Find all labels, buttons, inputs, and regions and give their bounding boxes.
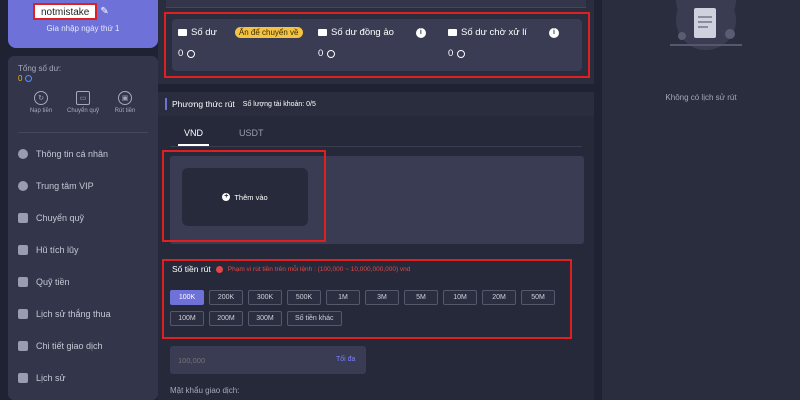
quick-withdraw-label: Rút tiền [114, 108, 136, 114]
empty-history-icon [670, 0, 742, 50]
virtual-balance-label: Số dư đồng ảo [331, 27, 394, 38]
refresh-icon[interactable] [25, 75, 33, 82]
tab-vnd[interactable]: VND [178, 128, 210, 146]
wallet-icon [178, 29, 187, 36]
virtual-balance: Số dư đồng ảo i 0 [318, 27, 426, 59]
quick-transfer-label: Chuyển quỹ [66, 108, 100, 114]
balance-highlight: Số dư Ấn để chuyển về 0 Số dư đồng ảo i 0 … [164, 12, 590, 78]
piggy-icon [18, 245, 28, 255]
add-bank-highlight [162, 150, 326, 242]
chart-icon [18, 341, 28, 351]
sidebar-item-savings[interactable]: Hũ tích lũy [8, 234, 158, 266]
total-balance-value: 0 [18, 74, 23, 83]
sidebar-menu: Thông tin cá nhân Trung tâm VIP Chuyển q… [8, 138, 158, 394]
main-balance-value: 0 [178, 48, 184, 59]
sidebar-item-label: Thông tin cá nhân [36, 149, 109, 159]
profile-card: notmistake ✎ Gia nhập ngày thứ 1 [8, 0, 158, 48]
sidebar-item-vip[interactable]: Trung tâm VIP [8, 170, 158, 202]
sidebar: Tổng số dư: 0 ↻ Nạp tiền ▭ Chuyển quỹ ▣ … [8, 56, 158, 400]
sidebar-item-win-loss[interactable]: Lịch sử thắng thua [8, 298, 158, 330]
pending-balance-value: 0 [448, 48, 454, 59]
transfer-icon [18, 213, 28, 223]
withdraw-history-panel: Không có lịch sử rút [602, 0, 800, 400]
sidebar-item-transactions[interactable]: Chi tiết giao dịch [8, 330, 158, 362]
user-icon [18, 149, 28, 159]
refresh-icon[interactable] [187, 49, 196, 58]
fund-icon [18, 277, 28, 287]
quick-deposit-button[interactable]: ↻ Nạp tiền [22, 86, 60, 128]
refresh-icon[interactable] [327, 49, 336, 58]
info-icon[interactable]: i [548, 27, 559, 38]
amount-highlight [162, 259, 572, 339]
join-days: Gia nhập ngày thứ 1 [46, 24, 120, 33]
balance-panel: Số dư Ấn để chuyển về 0 Số dư đồng ảo i 0 … [172, 19, 582, 71]
sidebar-item-label: Quỹ tiền [36, 277, 70, 287]
document-icon [18, 309, 28, 319]
sidebar-item-label: Chuyển quỹ [36, 213, 85, 223]
pending-balance: Số dư chờ xử lí i 0 [448, 27, 559, 59]
sidebar-divider [18, 132, 148, 133]
sidebar-item-label: Hũ tích lũy [36, 245, 79, 255]
history-icon [18, 373, 28, 383]
quick-withdraw-button[interactable]: ▣ Rút tiền [106, 86, 144, 128]
empty-history-text: Không có lịch sử rút [665, 93, 737, 102]
sidebar-item-history[interactable]: Lịch sử [8, 362, 158, 394]
sidebar-item-label: Trung tâm VIP [36, 181, 94, 191]
withdraw-card: Phương thức rút Số lượng tài khoản: 0/5 … [158, 92, 594, 400]
sidebar-item-profile[interactable]: Thông tin cá nhân [8, 138, 158, 170]
wallet-icon [318, 29, 327, 36]
vip-icon [18, 181, 28, 191]
quick-actions: ↻ Nạp tiền ▭ Chuyển quỹ ▣ Rút tiền [18, 86, 148, 128]
refresh-icon[interactable] [457, 49, 466, 58]
total-balance-label: Tổng số dư: [18, 64, 62, 73]
username-wrap: notmistake ✎ [33, 3, 109, 20]
username: notmistake [33, 3, 98, 20]
main-balance: Số dư Ấn để chuyển về 0 [178, 27, 303, 59]
info-icon[interactable]: i [415, 27, 426, 38]
tab-divider [170, 146, 582, 147]
quick-transfer-button[interactable]: ▭ Chuyển quỹ [64, 86, 102, 128]
quick-deposit-label: Nạp tiền [29, 108, 53, 114]
max-amount-button[interactable]: Tối đa [336, 356, 355, 363]
withdraw-title: Phương thức rút [172, 99, 235, 109]
pending-balance-label: Số dư chờ xử lí [461, 27, 527, 38]
sidebar-item-label: Lịch sử [36, 373, 66, 383]
password-label: Mật khẩu giao dịch: [170, 386, 240, 395]
sidebar-item-fund[interactable]: Quỹ tiền [8, 266, 158, 298]
currency-tabs: VND USDT [178, 128, 264, 146]
deposit-icon: ↻ [34, 91, 48, 105]
virtual-balance-value: 0 [318, 48, 324, 59]
sidebar-item-label: Lịch sử thắng thua [36, 309, 111, 319]
balance-card-header [166, 0, 586, 8]
edit-icon[interactable]: ✎ [100, 6, 108, 17]
withdraw-header: Phương thức rút Số lượng tài khoản: 0/5 [158, 92, 594, 116]
tab-usdt[interactable]: USDT [239, 128, 264, 146]
wallet-icon [448, 29, 457, 36]
sidebar-item-label: Chi tiết giao dịch [36, 341, 103, 351]
account-count: Số lượng tài khoản: 0/5 [242, 100, 316, 108]
sidebar-item-transfer[interactable]: Chuyển quỹ [8, 202, 158, 234]
total-balance: 0 [18, 74, 33, 83]
wallet-icon: ▭ [76, 91, 90, 105]
transfer-back-button[interactable]: Ấn để chuyển về [234, 27, 303, 38]
withdraw-icon: ▣ [118, 91, 132, 105]
main-balance-label: Số dư [191, 27, 217, 38]
